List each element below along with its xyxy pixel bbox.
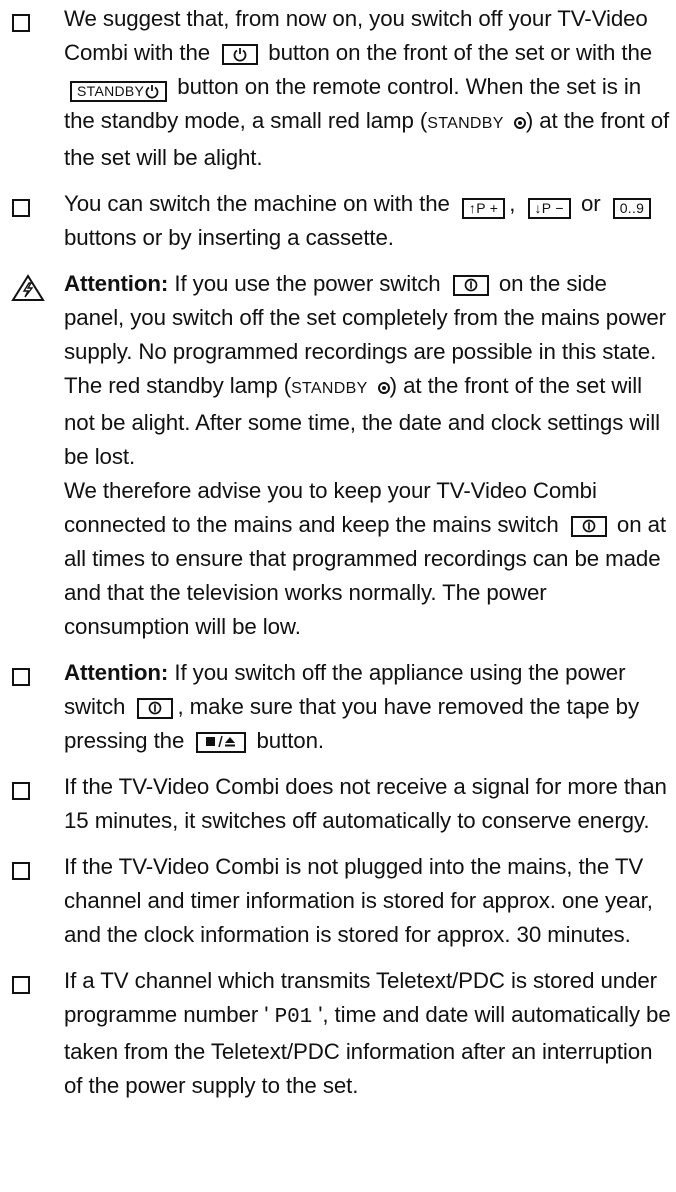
stop-eject-key <box>196 731 247 753</box>
paragraph-text: button on the front of the set or with t… <box>268 40 653 65</box>
standby-text: STANDBY <box>427 115 504 132</box>
paragraph-text: If the TV-Video Combi does not receive a… <box>64 774 667 833</box>
paragraph-text: , <box>509 191 516 216</box>
checkbox-icon <box>12 862 30 880</box>
checkbox-icon <box>12 976 30 994</box>
instruction-item: If the TV-Video Combi is not plugged int… <box>12 850 672 952</box>
key-label: STANDBY <box>77 83 145 99</box>
mains-switch-icon <box>582 519 596 533</box>
key-label: ↓P − <box>534 200 564 216</box>
checkbox-icon <box>12 199 30 217</box>
instruction-item: Attention: If you switch off the applian… <box>12 656 672 758</box>
instruction-list: We suggest that, from now on, you switch… <box>11 2 672 1103</box>
power-icon <box>145 85 159 99</box>
instruction-item: You can switch the machine on with the ↑… <box>12 187 672 255</box>
paragraph: If a TV channel which transmits Teletext… <box>64 964 672 1103</box>
item-marker <box>12 770 64 810</box>
paragraph: We suggest that, from now on, you switch… <box>64 2 672 175</box>
warning-icon <box>11 274 45 301</box>
instruction-item: If a TV channel which transmits Teletext… <box>12 964 672 1103</box>
programme-number: P01 <box>274 1006 313 1029</box>
instruction-text: Attention: If you use the power switch o… <box>64 267 672 644</box>
mains-switch-key <box>452 274 489 296</box>
instruction-page: We suggest that, from now on, you switch… <box>0 0 676 1192</box>
program-up-key: ↑P + <box>461 197 506 219</box>
power-icon <box>233 48 247 62</box>
item-marker <box>12 187 64 227</box>
digit-keys-key: 0..9 <box>612 197 652 219</box>
paragraph: We therefore advise you to keep your TV-… <box>64 474 672 644</box>
stop-eject-icon <box>206 735 236 748</box>
standby-text: STANDBY <box>291 380 368 397</box>
item-marker <box>12 964 64 1004</box>
attention-label: Attention: <box>64 660 169 685</box>
power-key <box>222 43 259 65</box>
instruction-item: If the TV-Video Combi does not receive a… <box>12 770 672 838</box>
standby-lamp-icon <box>377 382 390 394</box>
item-marker <box>12 656 64 696</box>
paragraph: You can switch the machine on with the ↑… <box>64 187 672 255</box>
paragraph-text: If you use the power switch <box>174 271 441 296</box>
attention-label: Attention: <box>64 271 169 296</box>
paragraph-text: You can switch the machine on with the <box>64 191 450 216</box>
power-key: STANDBY <box>70 80 168 102</box>
mains-switch-key <box>137 697 174 719</box>
program-down-key: ↓P − <box>527 197 571 219</box>
item-marker <box>12 850 64 890</box>
mains-switch-icon <box>464 278 478 292</box>
checkbox-icon <box>12 782 30 800</box>
checkbox-icon <box>12 668 30 686</box>
instruction-text: Attention: If you switch off the applian… <box>64 656 672 758</box>
instruction-text: You can switch the machine on with the ↑… <box>64 187 672 255</box>
instruction-text: If the TV-Video Combi does not receive a… <box>64 770 672 838</box>
paragraph: Attention: If you switch off the applian… <box>64 656 672 758</box>
standby-lamp-icon <box>513 117 526 129</box>
instruction-item: We suggest that, from now on, you switch… <box>12 2 672 175</box>
mains-switch-icon <box>149 701 162 715</box>
instruction-text: We suggest that, from now on, you switch… <box>64 2 672 175</box>
paragraph: If the TV-Video Combi does not receive a… <box>64 770 672 838</box>
paragraph-text: button. <box>256 728 325 753</box>
paragraph: If the TV-Video Combi is not plugged int… <box>64 850 672 952</box>
key-label: ↑P + <box>468 200 499 216</box>
paragraph-text: or <box>580 191 601 216</box>
mains-switch-key <box>570 515 607 537</box>
checkbox-icon <box>12 14 30 32</box>
instruction-text: If the TV-Video Combi is not plugged int… <box>64 850 672 952</box>
item-marker <box>12 2 64 42</box>
paragraph: Attention: If you use the power switch o… <box>64 267 672 474</box>
key-label: 0..9 <box>619 200 645 216</box>
paragraph-text: We therefore advise you to keep your TV-… <box>64 478 597 537</box>
instruction-text: If a TV channel which transmits Teletext… <box>64 964 672 1103</box>
paragraph-text: buttons or by inserting a cassette. <box>64 225 394 250</box>
item-marker <box>11 267 64 307</box>
instruction-item: Attention: If you use the power switch o… <box>11 267 672 644</box>
paragraph-text: If the TV-Video Combi is not plugged int… <box>64 854 653 947</box>
